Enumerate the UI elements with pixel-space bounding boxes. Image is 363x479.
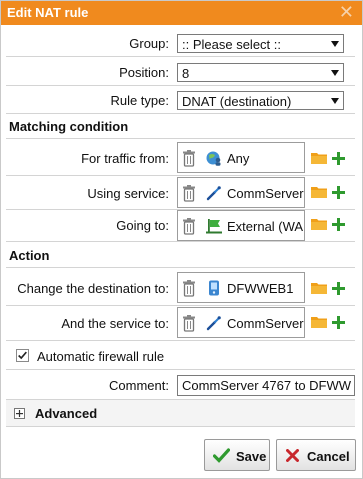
chevron-down-icon [331, 98, 339, 104]
trash-icon[interactable] [182, 280, 196, 297]
plus-icon[interactable] [332, 152, 345, 165]
checkmark-icon [18, 351, 27, 360]
going-to-label: Going to: [116, 218, 169, 233]
group-select-value: :: Please select :: [182, 37, 281, 52]
close-icon [286, 449, 299, 462]
plus-icon[interactable] [332, 186, 345, 199]
host-icon [209, 280, 219, 296]
position-select[interactable]: 8 [177, 63, 344, 82]
plus-icon[interactable] [332, 218, 345, 231]
group-label: Group: [129, 36, 169, 51]
traffic-from-row: For traffic from: Any [6, 140, 355, 176]
trash-icon[interactable] [182, 218, 196, 235]
edit-nat-rule-dialog: Edit NAT rule ✕ Group: :: Please select … [0, 0, 363, 479]
comment-field[interactable] [177, 375, 355, 396]
trash-icon[interactable] [182, 185, 196, 202]
rule-type-select-value: DNAT (destination) [182, 94, 292, 109]
chevron-down-icon [331, 41, 339, 47]
service-to-object[interactable]: CommServer [177, 307, 305, 338]
advanced-section-toggle[interactable]: Advanced [6, 399, 355, 427]
save-button-label: Save [236, 449, 267, 464]
dialog-title: Edit NAT rule [7, 5, 89, 20]
position-label: Position: [119, 65, 169, 80]
action-header: Action [6, 244, 355, 268]
using-service-object[interactable]: CommServer [177, 177, 305, 208]
service-icon [206, 316, 221, 331]
going-to-row: Going to: External (WAN) [6, 210, 355, 242]
folder-icon[interactable] [311, 186, 327, 198]
group-row: Group: :: Please select :: [6, 32, 355, 57]
trash-icon[interactable] [182, 150, 196, 167]
service-to-label: And the service to: [61, 316, 169, 331]
folder-icon[interactable] [311, 282, 327, 294]
group-select[interactable]: :: Please select :: [177, 34, 344, 53]
cancel-button-label: Cancel [307, 449, 350, 464]
dialog-titlebar[interactable]: Edit NAT rule ✕ [1, 1, 362, 25]
close-icon[interactable]: ✕ [339, 2, 354, 22]
advanced-label: Advanced [35, 406, 98, 421]
going-to-object[interactable]: External (WAN) [177, 210, 305, 241]
service-to-value: CommServer [227, 316, 304, 331]
change-destination-value: DFWWEB1 [227, 281, 294, 296]
going-to-value: External (WAN) [227, 219, 304, 234]
rule-type-label: Rule type: [110, 93, 169, 108]
comment-input[interactable] [178, 376, 354, 395]
cancel-button[interactable]: Cancel [276, 439, 356, 471]
globe-user-icon [206, 151, 221, 166]
service-icon [206, 186, 221, 201]
checkmark-icon [213, 448, 230, 463]
plus-icon[interactable] [332, 316, 345, 329]
action-title: Action [9, 248, 50, 263]
plus-icon[interactable] [332, 282, 345, 295]
position-row: Position: 8 [6, 59, 355, 86]
matching-condition-title: Matching condition [9, 119, 129, 134]
rule-type-select[interactable]: DNAT (destination) [177, 91, 344, 110]
traffic-from-label: For traffic from: [81, 151, 169, 166]
using-service-row: Using service: CommServer [6, 177, 355, 210]
network-flag-icon [206, 219, 222, 234]
rule-type-row: Rule type: DNAT (destination) [6, 87, 355, 114]
folder-icon[interactable] [311, 218, 327, 230]
traffic-from-object[interactable]: Any [177, 142, 305, 173]
comment-label: Comment: [109, 378, 169, 393]
position-select-value: 8 [182, 66, 190, 81]
using-service-value: CommServer [227, 186, 304, 201]
folder-icon[interactable] [311, 316, 327, 328]
change-destination-row: Change the destination to: DFWWEB1 [6, 269, 355, 306]
matching-condition-header: Matching condition [6, 115, 355, 139]
change-destination-object[interactable]: DFWWEB1 [177, 272, 305, 303]
using-service-label: Using service: [87, 186, 169, 201]
service-to-row: And the service to: CommServer [6, 306, 355, 341]
folder-icon[interactable] [311, 152, 327, 164]
expand-plus-icon[interactable] [14, 408, 25, 419]
comment-row: Comment: [6, 371, 355, 399]
trash-icon[interactable] [182, 315, 196, 332]
auto-firewall-checkbox[interactable] [16, 349, 29, 362]
change-destination-label: Change the destination to: [17, 281, 169, 296]
auto-firewall-label: Automatic firewall rule [37, 349, 165, 364]
auto-firewall-row: Automatic firewall rule [6, 342, 355, 370]
chevron-down-icon [331, 70, 339, 76]
traffic-from-value: Any [227, 151, 250, 166]
save-button[interactable]: Save [204, 439, 270, 471]
